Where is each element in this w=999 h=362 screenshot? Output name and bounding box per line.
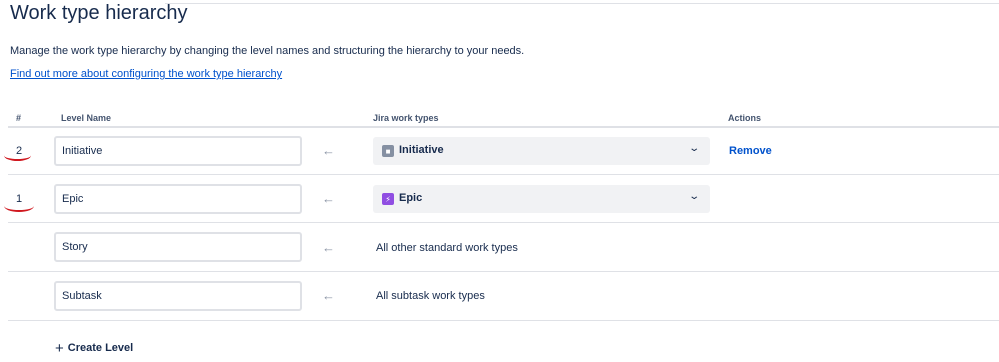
chevron-down-icon: ⌄ [687, 191, 700, 202]
column-header-number: # [16, 113, 22, 123]
column-header-level-name: Level Name [61, 113, 112, 123]
create-level-label: Create Level [67, 342, 134, 354]
column-header-actions: Actions [728, 113, 762, 123]
create-level-button[interactable]: + Create Level [55, 339, 134, 357]
work-types-description: All other standard work types [376, 242, 518, 254]
arrow-left-icon: ← [322, 288, 335, 303]
annotation-underline [4, 200, 34, 212]
row-divider [8, 222, 999, 223]
initiative-icon: ■ [382, 145, 394, 157]
arrow-left-icon: ← [322, 191, 335, 206]
row-divider [8, 271, 999, 272]
page-description: Manage the work type hierarchy by changi… [10, 45, 525, 57]
annotation-underline [4, 150, 31, 161]
learn-more-link[interactable]: Find out more about configuring the work… [10, 68, 282, 80]
level-name-input-story[interactable] [54, 232, 302, 262]
arrow-left-icon: ← [322, 143, 335, 158]
work-type-select-initiative[interactable]: ■ Initiative ⌄ [373, 137, 710, 165]
row-divider [8, 320, 999, 321]
chevron-down-icon: ⌄ [687, 143, 700, 154]
level-name-input-initiative[interactable] [54, 136, 302, 166]
page-title: Work type hierarchy [10, 2, 188, 24]
plus-icon: + [55, 339, 64, 357]
work-type-select-value: Initiative [399, 144, 444, 156]
level-name-input-subtask[interactable] [54, 281, 302, 311]
header-divider [8, 126, 999, 128]
top-divider [165, 3, 999, 4]
row-divider [8, 174, 999, 175]
epic-icon: ⚡ [382, 193, 394, 205]
work-type-select-value: Epic [399, 192, 423, 204]
level-name-input-epic[interactable] [54, 184, 302, 214]
work-type-select-epic[interactable]: ⚡ Epic ⌄ [373, 185, 710, 213]
work-types-description: All subtask work types [376, 290, 485, 302]
column-header-work-types: Jira work types [373, 113, 439, 123]
arrow-left-icon: ← [322, 240, 335, 255]
remove-button[interactable]: Remove [729, 145, 772, 157]
